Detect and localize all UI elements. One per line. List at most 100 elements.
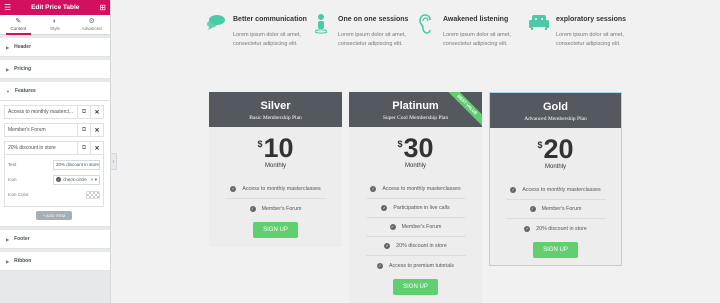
feature-list: ✓ Access to monthly masterclasses ✓ Member…	[209, 180, 342, 218]
caret-right-icon: ▶	[6, 66, 10, 72]
list-item-text: Access to premium tutorials	[388, 262, 455, 269]
feature-better-communication: Better communication Lorem ipsum dolor s…	[205, 14, 313, 49]
panel-collapse-handle[interactable]: ‹	[111, 153, 117, 170]
list-item: ✓ Member's Forum	[226, 199, 326, 218]
card-header: Gold Advanced Membership Plan	[490, 93, 621, 128]
repeater-item[interactable]: Member's Forum ⧉ ✕	[4, 123, 104, 137]
list-item: ✓ Member's Forum	[365, 218, 466, 237]
section-pricing-label: Pricing	[14, 66, 32, 72]
list-item-text: 20% discount in store	[536, 225, 587, 232]
color-picker-swatch[interactable]	[86, 190, 100, 199]
section-features[interactable]: ▼ Features	[0, 82, 110, 101]
panel-tabs: ✎ Content ◐ Style ⚙ Advanced	[0, 15, 110, 35]
list-item-text: Access to monthly masterclasses	[522, 187, 601, 193]
duplicate-icon[interactable]: ⧉	[77, 124, 90, 136]
caret-right-icon: ▶	[6, 236, 10, 242]
sign-up-button[interactable]: SIGN UP	[533, 242, 578, 258]
tab-advanced[interactable]: ⚙ Advanced	[73, 15, 110, 34]
list-item: ✓ Access to monthly masterclasses	[365, 180, 466, 199]
person-icon	[310, 14, 332, 36]
editor-panel: ☰ Edit Price Table ⊞ ✎ Content ◐ Style ⚙…	[0, 0, 111, 303]
feature-desc: Lorem ipsum dolor sit amet, consectetur …	[338, 32, 406, 47]
pencil-icon: ✎	[15, 18, 22, 25]
remove-icon[interactable]: ✕	[90, 106, 103, 118]
feature-list: ✓ Access to monthly masterclasses ✓ Partic…	[349, 180, 482, 275]
check-circle-icon: ✓	[381, 205, 388, 211]
plan-subtitle: Advanced Membership Plan	[524, 116, 587, 122]
gear-icon: ⚙	[88, 18, 95, 25]
section-header[interactable]: ▶ Header	[0, 38, 110, 57]
section-header-label: Header	[14, 44, 32, 50]
feature-awakened-listening: Awakened listening Lorem ipsum dolor sit…	[415, 14, 523, 49]
check-circle-icon: ✓	[389, 224, 396, 230]
check-circle-icon: ✓	[56, 177, 61, 182]
sign-up-button[interactable]: SIGN UP	[253, 222, 298, 238]
price-card-platinum: Platinum Super Cool Membership Plan BEST…	[349, 92, 482, 303]
grid-apps-icon[interactable]: ⊞	[99, 3, 106, 12]
section-pricing[interactable]: ▶ Pricing	[0, 60, 110, 79]
text-input[interactable]: 20% discount in store	[53, 159, 100, 170]
clear-chevron-icon[interactable]: × ▾	[91, 177, 97, 183]
tab-style[interactable]: ◐ Style	[37, 15, 74, 34]
tab-content-label: Content	[10, 26, 27, 31]
icon-select-value: check-circle	[63, 177, 87, 182]
currency-symbol: $	[257, 139, 263, 149]
section-ribbon-label: Ribbon	[14, 258, 32, 264]
price-period: Monthly	[264, 163, 286, 169]
section-footer[interactable]: ▶ Footer	[0, 230, 110, 249]
check-circle-icon: ✓	[384, 243, 391, 249]
list-item: ✓ 20% discount in store	[365, 237, 466, 256]
repeater-item-title[interactable]: 20% discount in store	[5, 142, 77, 154]
feature-title: exploratory sessions	[556, 16, 627, 23]
repeater-item[interactable]: Access to monthly mastercl... ⧉ ✕	[4, 105, 104, 119]
list-item-text: Participation in live calls	[393, 205, 450, 211]
check-circle-icon: ✓	[524, 225, 531, 232]
card-header: Silver Basic Membership Plan	[209, 92, 342, 127]
plan-name: Gold	[542, 101, 569, 113]
icon-color-control: Icon Color	[8, 188, 100, 201]
check-circle-icon: ✓	[376, 262, 383, 269]
currency-symbol: $	[537, 140, 543, 150]
feature-title: Better communication	[233, 16, 307, 23]
tab-content[interactable]: ✎ Content	[0, 15, 37, 35]
duplicate-icon[interactable]: ⧉	[77, 142, 90, 154]
repeater-item-editor: Text 20% discount in store Icon ✓ check-…	[4, 155, 104, 207]
list-item-text: Member's Forum	[541, 206, 582, 212]
feature-title: One on one sessions	[338, 16, 409, 23]
repeater-item-title[interactable]: Access to monthly mastercl...	[5, 106, 77, 118]
price: $ 10	[209, 135, 342, 162]
panel-header: ☰ Edit Price Table ⊞	[0, 0, 110, 15]
icon-select[interactable]: ✓ check-circle × ▾	[53, 174, 100, 185]
icon-control: Icon ✓ check-circle × ▾	[8, 173, 100, 186]
repeater-item-open[interactable]: 20% discount in store ⧉ ✕	[4, 141, 104, 155]
caret-right-icon: ▶	[6, 258, 10, 264]
remove-icon[interactable]: ✕	[90, 142, 103, 154]
list-item: ✓ Access to monthly masterclasses	[505, 181, 606, 200]
list-item: ✓ Access to premium tutorials	[366, 256, 466, 275]
duplicate-icon[interactable]: ⧉	[77, 106, 90, 118]
check-circle-icon: ✓	[510, 187, 517, 193]
feature-one-on-one: One on one sessions Lorem ipsum dolor si…	[310, 14, 418, 49]
repeater-item-title[interactable]: Member's Forum	[5, 124, 77, 136]
check-circle-icon: ✓	[230, 186, 237, 192]
list-item-text: Member's Forum	[261, 205, 302, 212]
ear-icon	[415, 14, 437, 36]
section-footer-label: Footer	[14, 236, 30, 242]
section-ribbon[interactable]: ▶ Ribbon	[0, 252, 110, 271]
half-circle-icon: ◐	[52, 18, 58, 25]
hamburger-menu-icon[interactable]: ☰	[4, 3, 11, 12]
list-item: ✓ 20% discount in store	[506, 219, 606, 238]
price-card-gold: Gold Advanced Membership Plan $ 20 Month…	[489, 92, 622, 266]
tab-advanced-label: Advanced	[81, 26, 102, 31]
card-header: Platinum Super Cool Membership Plan BEST…	[349, 92, 482, 127]
tab-style-label: Style	[50, 26, 61, 31]
remove-icon[interactable]: ✕	[90, 124, 103, 136]
add-item-button[interactable]: + ADD ITEM	[36, 211, 72, 220]
list-item: ✓ Participation in live calls	[365, 199, 466, 218]
sign-up-button[interactable]: SIGN UP	[393, 279, 438, 295]
icon-color-label: Icon Color	[8, 192, 29, 197]
list-item-text: 20% discount in store	[396, 243, 447, 249]
price-period: Monthly	[544, 164, 566, 170]
feature-desc: Lorem ipsum dolor sit amet, consectetur …	[556, 32, 624, 47]
feature-list: ✓ Access to monthly masterclasses ✓ Member…	[490, 181, 621, 238]
